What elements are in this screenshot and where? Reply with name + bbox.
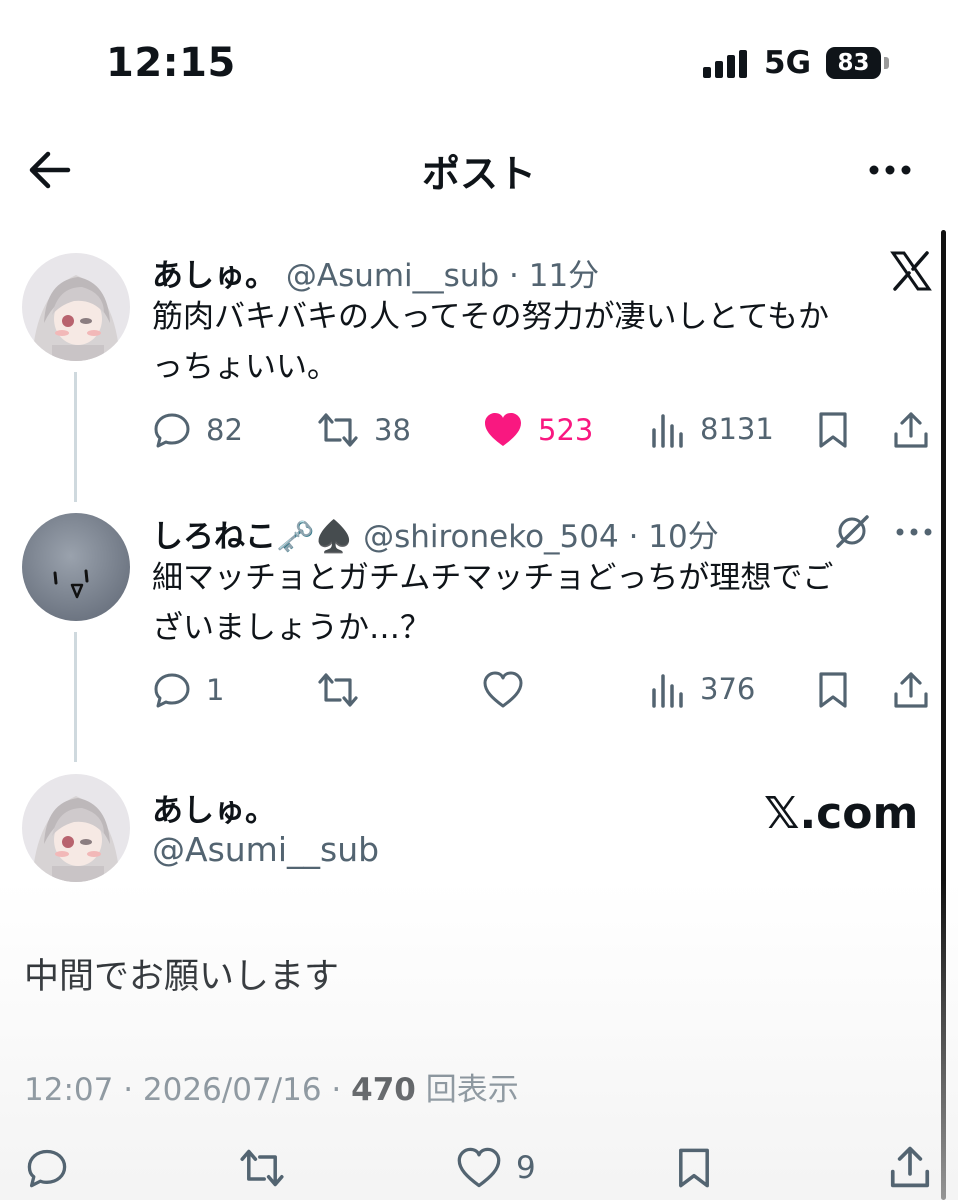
post-detail-screen: 12:15 5G 83 ポスト あしゅ。 @Asumi__sub · 11分 筋… (0, 0, 958, 1200)
heart-filled-icon (485, 413, 521, 446)
battery-cap (884, 57, 889, 69)
share-icon (894, 412, 928, 448)
repost-icon (240, 1149, 284, 1187)
author-handle[interactable]: @shironeko_504 (363, 519, 619, 555)
avatar[interactable] (22, 774, 130, 882)
more-horizontal-icon[interactable] (866, 156, 914, 184)
cellular-signal-icon (703, 50, 749, 78)
battery-icon: 83 (826, 47, 881, 79)
reply-button[interactable]: 1 (152, 670, 224, 710)
post-text: 中間でお願いします (24, 957, 340, 997)
reply-icon (27, 1149, 67, 1188)
thread-line (74, 372, 77, 502)
avatar[interactable] (22, 513, 130, 621)
scrollbar[interactable] (941, 230, 946, 1200)
post-text-line: ざいましょうか…？ (152, 610, 431, 646)
reply-icon (154, 673, 190, 708)
like-button[interactable] (482, 670, 524, 710)
analytics-icon (652, 414, 683, 448)
share-button[interactable] (892, 410, 930, 450)
share-icon (890, 1146, 930, 1188)
bookmark-button[interactable] (816, 670, 850, 710)
post-meta: 12:07 · 2026/07/16 · 470 回表示 (24, 1064, 519, 1109)
avatar[interactable] (22, 253, 130, 361)
post-text: 細マッチョとガチムチマッチョどっちが理想でご ざいましょうか…？ (152, 553, 932, 653)
repost-icon (318, 673, 358, 707)
bookmark-button[interactable] (816, 410, 850, 450)
author-name[interactable]: しろねこ🗝️♠️ (152, 519, 353, 555)
post-time: · 11分 (509, 258, 600, 294)
author-handle[interactable]: @Asumi__sub (286, 258, 499, 294)
reply-count: 1 (206, 673, 225, 707)
bookmark-icon (819, 672, 847, 708)
like-count: 523 (538, 413, 594, 447)
post-text: 筋肉バキバキの人ってその努力が凄いしとてもか っちょいい。 (152, 292, 932, 392)
views-button[interactable]: 8131 (650, 410, 774, 448)
heart-icon (457, 1147, 501, 1188)
status-time: 12:15 (106, 40, 236, 86)
x-logo-icon (890, 250, 932, 292)
share-button[interactable] (892, 670, 930, 710)
like-button[interactable]: 9 (456, 1146, 536, 1190)
share-icon (894, 672, 928, 708)
author-name[interactable]: あしゅ。 (152, 258, 276, 294)
grok-icon[interactable] (834, 513, 870, 549)
like-count: 9 (516, 1150, 536, 1186)
repost-button[interactable] (316, 670, 360, 710)
repost-count: 38 (374, 413, 411, 447)
more-horizontal-icon[interactable] (894, 524, 934, 538)
reply-count: 82 (206, 413, 243, 447)
like-button[interactable]: 523 (482, 410, 593, 450)
post-text-line: 細マッチョとガチムチマッチョどっちが理想でご (152, 560, 834, 596)
heart-icon (483, 671, 523, 708)
views-count: 470 (351, 1072, 416, 1108)
author-handle[interactable]: @Asumi__sub (152, 830, 379, 869)
post-author-row: あしゅ。 @Asumi__sub · 11分 (152, 250, 599, 295)
repost-icon (318, 413, 358, 447)
analytics-icon (652, 674, 683, 708)
thread-line (74, 632, 77, 762)
views-label: 回表示 (415, 1072, 519, 1108)
network-type: 5G (764, 45, 812, 81)
page-title: ポスト (421, 152, 536, 196)
author-name[interactable]: あしゅ。 (152, 785, 276, 830)
bookmark-icon (819, 412, 847, 448)
brand-watermark: 𝕏.com (764, 788, 919, 839)
post-timestamp: 12:07 · 2026/07/16 · (24, 1072, 352, 1108)
reply-button[interactable]: 82 (152, 410, 243, 450)
view-count: 8131 (700, 412, 774, 446)
views-button[interactable]: 376 (650, 670, 755, 708)
view-count: 376 (700, 672, 756, 706)
post-text-line: 筋肉バキバキの人ってその努力が凄いしとてもか (152, 299, 830, 335)
reply-icon (154, 413, 190, 448)
post-text-line: っちょいい。 (152, 349, 338, 385)
repost-button[interactable]: 38 (316, 410, 411, 450)
post-time: · 10分 (628, 519, 719, 555)
share-button[interactable] (888, 1144, 932, 1190)
reply-button[interactable] (24, 1146, 70, 1190)
post-author-row: しろねこ🗝️♠️ @shironeko_504 · 10分 (152, 511, 719, 556)
bookmark-button[interactable] (674, 1146, 714, 1190)
bookmark-icon (679, 1148, 709, 1188)
repost-button[interactable] (236, 1146, 288, 1190)
